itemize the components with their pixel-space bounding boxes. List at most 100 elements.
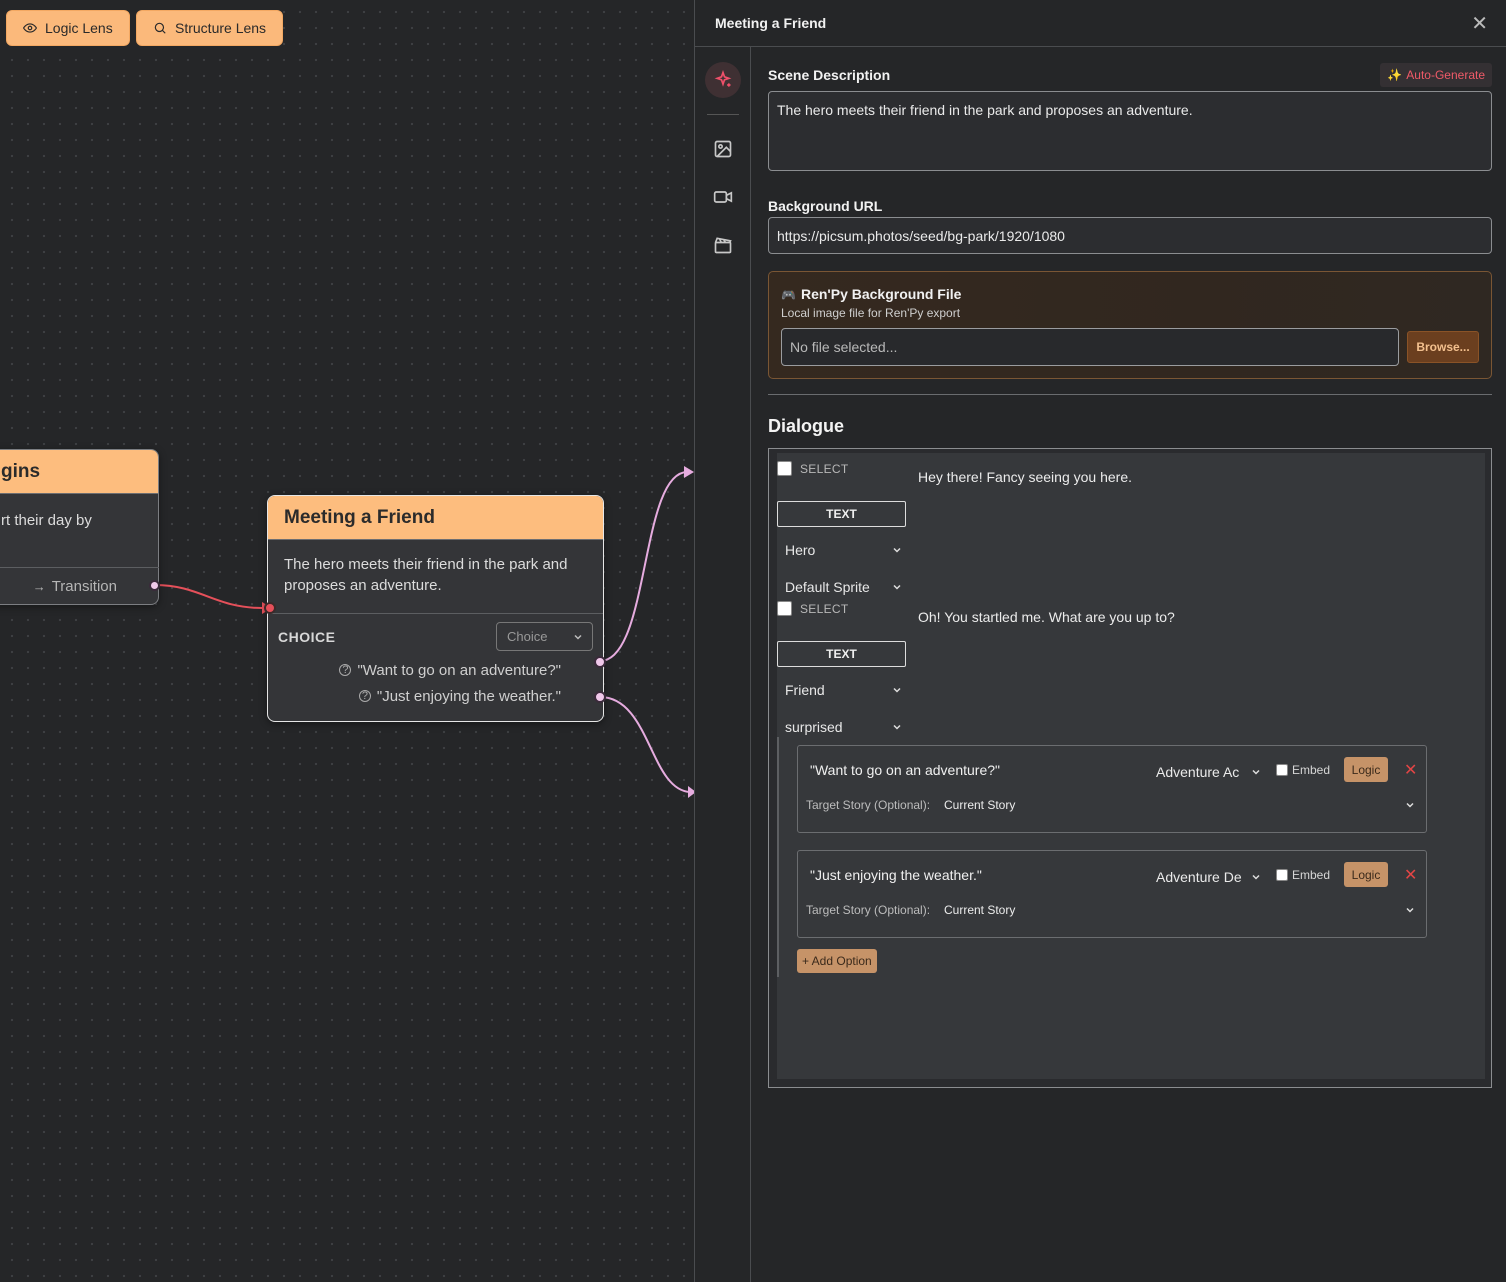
node-type-select[interactable]: Choice — [496, 622, 593, 651]
embed-checkbox[interactable] — [1276, 869, 1288, 881]
embed-label: Embed — [1292, 763, 1331, 777]
background-url-input[interactable]: https://picsum.photos/seed/bg-park/1920/… — [768, 217, 1492, 254]
node-previous-body: rt their day by — [1, 512, 92, 529]
embed-toggle[interactable]: Embed — [1276, 763, 1330, 777]
chevron-down-icon[interactable] — [1404, 798, 1416, 816]
select-checkbox[interactable] — [777, 601, 792, 616]
output-handle[interactable] — [149, 580, 160, 591]
edge-option-2 — [599, 696, 691, 793]
sprite-select[interactable]: Default Sprite — [777, 572, 907, 602]
sparkle-icon[interactable] — [705, 62, 741, 98]
target-story-select[interactable]: Current Story — [944, 903, 1015, 917]
option-target-value: Adventure De — [1156, 869, 1242, 885]
arrow-right-icon: → — [32, 579, 46, 594]
line-text[interactable]: Hey there! Fancy seeing you here. — [918, 469, 1132, 485]
choice-option-card: "Want to go on an adventure?" Adventure … — [797, 745, 1427, 833]
close-icon[interactable]: ✕ — [1471, 11, 1488, 36]
scene-description-label: Scene Description — [768, 67, 891, 83]
speaker-select[interactable]: Friend — [777, 675, 907, 705]
question-icon: ? — [358, 690, 371, 702]
remove-option-icon[interactable]: ✕ — [1404, 760, 1417, 780]
choice-options: "Want to go on an adventure?" Adventure … — [777, 737, 1477, 977]
logic-button[interactable]: Logic — [1344, 862, 1388, 887]
dialogue-heading: Dialogue — [768, 416, 845, 436]
scene-editor-panel: Meeting a Friend ✕ Scene Description ✨ A… — [694, 0, 1506, 1282]
select-checkbox[interactable] — [777, 461, 792, 476]
section-divider — [768, 394, 1492, 395]
chevron-down-icon — [893, 547, 901, 553]
panel-title: Meeting a Friend — [715, 15, 827, 31]
scene-description-input[interactable]: The hero meets their friend in the park … — [768, 91, 1492, 171]
chevron-down-icon — [1252, 874, 1260, 880]
browse-button[interactable]: Browse... — [1407, 331, 1479, 363]
node-description: The hero meets their friend in the park … — [284, 556, 568, 594]
input-handle[interactable] — [264, 602, 276, 614]
speaker-value: Hero — [785, 542, 816, 558]
edge-option-1 — [599, 470, 689, 662]
line-type-button[interactable]: TEXT — [777, 501, 906, 527]
chevron-down-icon[interactable] — [1404, 903, 1416, 921]
dialogue-list: SELECT TEXT Hero Default Sprite Hey ther… — [777, 453, 1485, 1079]
node-meeting-a-friend[interactable]: Meeting a Friend The hero meets their fr… — [267, 495, 604, 722]
node-previous-title: gins — [0, 450, 158, 494]
choice-option-card: "Just enjoying the weather." Adventure D… — [797, 850, 1427, 938]
renpy-file-field[interactable]: No file selected... — [781, 328, 1399, 366]
node-title: Meeting a Friend — [268, 496, 603, 540]
chevron-down-icon — [893, 687, 901, 693]
speaker-select[interactable]: Hero — [777, 535, 907, 565]
add-option-button[interactable]: + Add Option — [797, 949, 877, 973]
option-text[interactable]: "Want to go on an adventure?" — [810, 762, 1000, 778]
video-icon[interactable] — [705, 179, 741, 215]
logic-button[interactable]: Logic — [1344, 757, 1388, 782]
auto-generate-button[interactable]: ✨ Auto-Generate — [1380, 63, 1492, 87]
select-label: SELECT — [800, 601, 849, 616]
node-previous[interactable]: gins rt their day by → Transition — [0, 449, 159, 605]
target-story-label: Target Story (Optional): — [806, 798, 931, 812]
sprite-value: surprised — [785, 719, 843, 735]
node-option: ? "Want to go on an adventure?" — [268, 658, 603, 684]
chevron-down-icon — [893, 724, 901, 730]
chevron-down-icon — [893, 584, 901, 590]
choice-row: CHOICE Choice — [268, 613, 603, 651]
remove-option-icon[interactable]: ✕ — [1404, 865, 1417, 885]
node-option: ? "Just enjoying the weather." — [268, 684, 603, 710]
target-story-label: Target Story (Optional): — [806, 903, 931, 917]
background-url-label: Background URL — [768, 198, 883, 214]
option-target-select[interactable]: Adventure De — [1156, 865, 1262, 889]
embed-checkbox[interactable] — [1276, 764, 1288, 776]
node-type-value: Choice — [507, 629, 548, 644]
target-story-select[interactable]: Current Story — [944, 798, 1015, 812]
line-select[interactable]: SELECT — [777, 461, 848, 476]
renpy-title-text: Ren'Py Background File — [800, 286, 962, 302]
line-type-button[interactable]: TEXT — [777, 641, 906, 667]
option-handle[interactable] — [594, 691, 606, 703]
dialogue-editor: SELECT TEXT Hero Default Sprite Hey ther… — [768, 448, 1492, 1088]
chevron-down-icon — [574, 634, 582, 640]
embed-toggle[interactable]: Embed — [1276, 868, 1330, 882]
gamepad-icon: 🎮 — [781, 288, 796, 302]
option-target-select[interactable]: Adventure Ac — [1156, 760, 1262, 784]
wand-icon: ✨ — [1387, 68, 1403, 82]
clapperboard-icon[interactable] — [705, 227, 741, 263]
option-handle[interactable] — [594, 656, 606, 668]
speaker-value: Friend — [785, 682, 825, 698]
line-text[interactable]: Oh! You startled me. What are you up to? — [918, 609, 1175, 625]
node-option-text: "Just enjoying the weather." — [376, 688, 561, 705]
transition-label: Transition — [51, 578, 117, 595]
panel-icon-rail — [695, 47, 751, 1282]
line-select[interactable]: SELECT — [777, 601, 848, 616]
option-text[interactable]: "Just enjoying the weather." — [810, 867, 982, 883]
sprite-value: Default Sprite — [785, 579, 870, 595]
renpy-title: 🎮 Ren'Py Background File — [781, 286, 1479, 302]
edge-transition — [154, 584, 263, 609]
question-icon: ? — [339, 664, 352, 676]
transition-row: → Transition — [0, 567, 159, 605]
renpy-subtitle: Local image file for Ren'Py export — [781, 306, 961, 320]
embed-label: Embed — [1292, 868, 1331, 882]
select-label: SELECT — [800, 461, 849, 476]
panel-header: Meeting a Friend ✕ — [695, 0, 1506, 47]
node-option-text: "Want to go on an adventure?" — [357, 662, 561, 679]
image-icon[interactable] — [705, 131, 741, 167]
story-canvas[interactable]: Logic Lens Structure Lens gins rt their … — [0, 0, 694, 1282]
rail-divider — [707, 114, 739, 115]
